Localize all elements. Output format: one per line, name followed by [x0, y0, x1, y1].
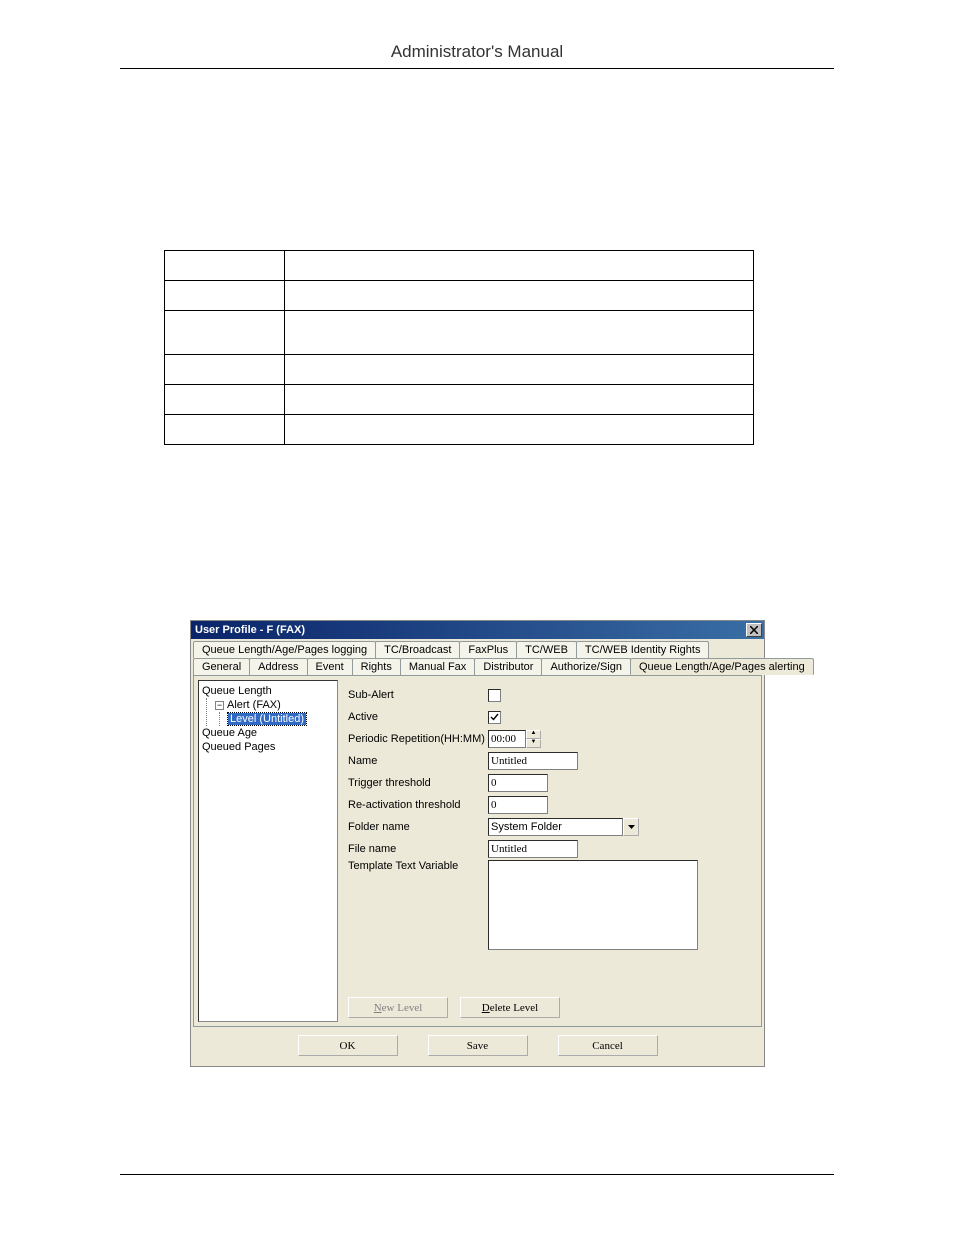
dialog-footer: OK Save Cancel	[191, 1029, 764, 1066]
file-input[interactable]	[488, 840, 578, 858]
file-label: File name	[348, 843, 488, 855]
tab-tcbroadcast[interactable]: TC/Broadcast	[375, 641, 460, 658]
spin-down-button[interactable]: ▼	[526, 739, 541, 748]
check-icon	[490, 713, 499, 722]
dialog-title: User Profile - F (FAX)	[195, 624, 305, 636]
table-row	[165, 281, 754, 311]
folder-select[interactable]: System Folder	[488, 818, 623, 836]
sub-alert-label: Sub-Alert	[348, 689, 488, 701]
template-label: Template Text Variable	[348, 860, 488, 872]
chevron-down-icon	[628, 825, 635, 829]
table-row	[165, 415, 754, 445]
page-header-title: Administrator's Manual	[391, 42, 563, 64]
name-label: Name	[348, 755, 488, 767]
tab-tcweb-rights[interactable]: TC/WEB Identity Rights	[576, 641, 710, 658]
tree-view[interactable]: Queue Length −Alert (FAX) Level (Untitle…	[198, 680, 338, 1022]
dialog-user-profile: User Profile - F (FAX) Queue Length/Age/…	[190, 620, 765, 1067]
tab-rights[interactable]: Rights	[352, 658, 401, 675]
tree-item-queueage[interactable]: Queue Age	[202, 726, 334, 740]
tab-authorize[interactable]: Authorize/Sign	[541, 658, 631, 675]
tab-alerting[interactable]: Queue Length/Age/Pages alerting	[630, 658, 814, 675]
tab-logging[interactable]: Queue Length/Age/Pages logging	[193, 641, 376, 658]
folder-label: Folder name	[348, 821, 488, 833]
tree-item-level[interactable]: Level (Untitled)	[228, 712, 334, 726]
name-input[interactable]	[488, 752, 578, 770]
close-button[interactable]	[746, 623, 762, 637]
doc-table	[164, 250, 754, 445]
table-row	[165, 251, 754, 281]
table-row	[165, 311, 754, 355]
periodic-input[interactable]	[488, 730, 526, 748]
delete-level-button[interactable]: Delete Level	[460, 997, 560, 1018]
active-label: Active	[348, 711, 488, 723]
close-icon	[750, 626, 758, 634]
table-row	[165, 355, 754, 385]
sub-alert-checkbox[interactable]	[488, 689, 501, 702]
template-textarea[interactable]	[488, 860, 698, 950]
tree-item-alert[interactable]: −Alert (FAX)	[215, 698, 334, 712]
reactivation-label: Re-activation threshold	[348, 799, 488, 811]
folder-select-value: System Folder	[491, 821, 562, 833]
cancel-button[interactable]: Cancel	[558, 1035, 658, 1056]
trigger-label: Trigger threshold	[348, 777, 488, 789]
tree-item-queuelength[interactable]: Queue Length	[202, 684, 334, 698]
tab-row-2: General Address Event Rights Manual Fax …	[193, 658, 762, 675]
tree-item-queuedpages[interactable]: Queued Pages	[202, 740, 334, 754]
tree-item-level-label: Level (Untitled)	[228, 713, 306, 725]
tab-faxplus[interactable]: FaxPlus	[459, 641, 517, 658]
save-button[interactable]: Save	[428, 1035, 528, 1056]
spin-up-button[interactable]: ▲	[526, 730, 541, 739]
tab-body: Queue Length −Alert (FAX) Level (Untitle…	[193, 675, 762, 1027]
table-row	[165, 385, 754, 415]
page-footer-rule	[120, 1174, 834, 1175]
new-level-button[interactable]: New Level	[348, 997, 448, 1018]
tab-tcweb[interactable]: TC/WEB	[516, 641, 577, 658]
form-area: Sub-Alert Active Periodic Repetition(HH:…	[338, 676, 761, 1026]
tab-event[interactable]: Event	[307, 658, 353, 675]
periodic-label: Periodic Repetition(HH:MM)	[348, 733, 488, 745]
ok-button[interactable]: OK	[298, 1035, 398, 1056]
page-header: Administrator's Manual	[120, 42, 834, 69]
tab-general[interactable]: General	[193, 658, 250, 675]
tab-manualfax[interactable]: Manual Fax	[400, 658, 475, 675]
tabs: Queue Length/Age/Pages logging TC/Broadc…	[191, 639, 764, 675]
active-checkbox[interactable]	[488, 711, 501, 724]
tab-distributor[interactable]: Distributor	[474, 658, 542, 675]
tab-row-1: Queue Length/Age/Pages logging TC/Broadc…	[193, 641, 762, 658]
folder-select-dropdown-button[interactable]	[623, 818, 639, 836]
tree-item-alert-label: Alert (FAX)	[227, 699, 281, 711]
titlebar[interactable]: User Profile - F (FAX)	[191, 621, 764, 639]
tab-address[interactable]: Address	[249, 658, 307, 675]
tree-collapse-icon[interactable]: −	[215, 701, 224, 710]
reactivation-input[interactable]	[488, 796, 548, 814]
trigger-input[interactable]	[488, 774, 548, 792]
